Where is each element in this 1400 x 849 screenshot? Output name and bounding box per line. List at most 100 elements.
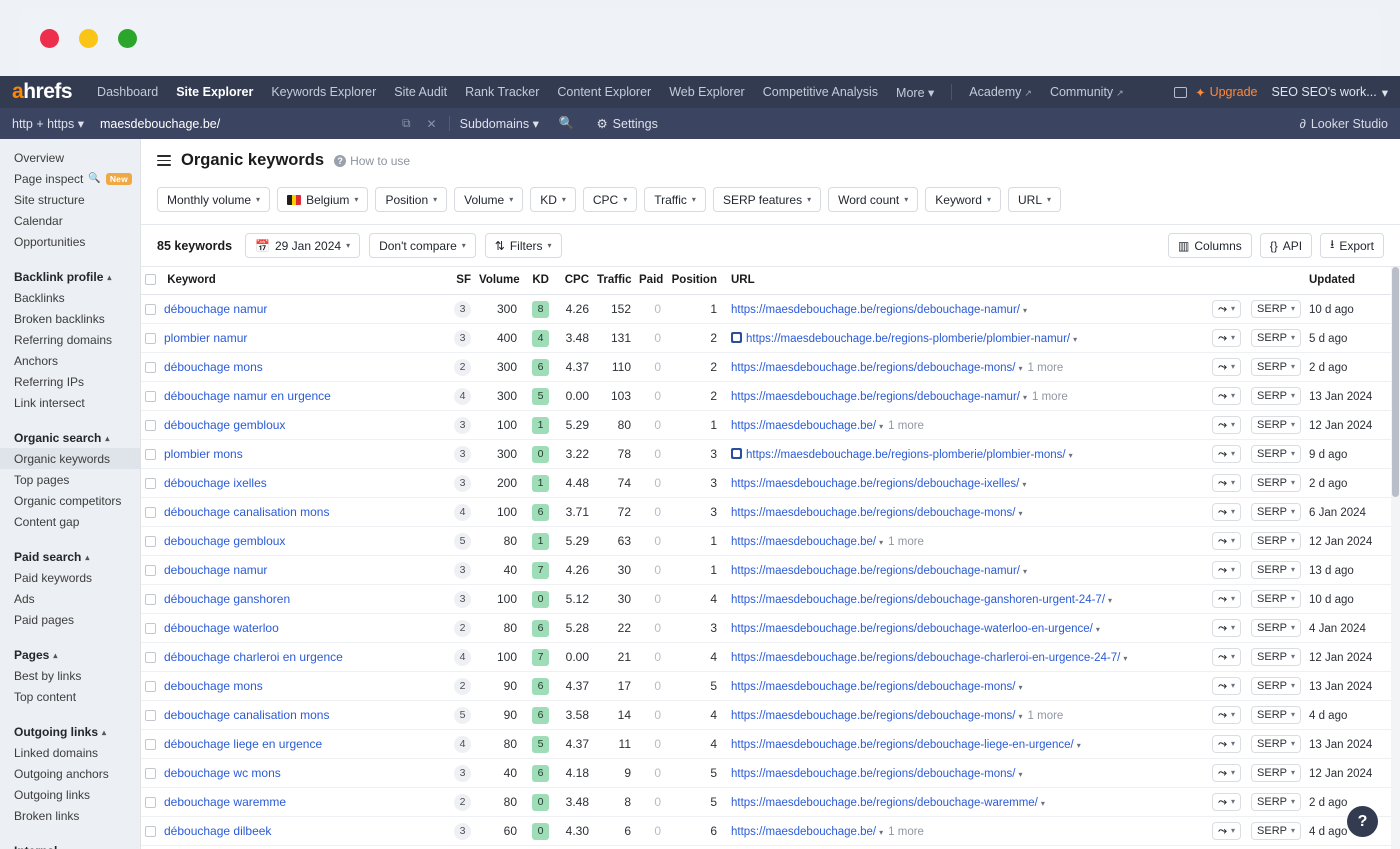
row-checkbox[interactable] xyxy=(145,304,156,315)
settings-button[interactable]: ⚙Settings xyxy=(584,116,657,131)
account-menu[interactable]: SEO SEO's work...▾ xyxy=(1266,85,1388,100)
serp-button[interactable]: SERP▾ xyxy=(1251,619,1301,637)
chevron-down-icon[interactable]: ▾ xyxy=(1073,335,1077,344)
position-history-button[interactable]: ⤳▾ xyxy=(1212,300,1241,318)
chevron-down-icon[interactable]: ▾ xyxy=(1108,596,1112,605)
url-link[interactable]: https://maesdebouchage.be/regions/debouc… xyxy=(731,768,1016,780)
url-link[interactable]: https://maesdebouchage.be/ xyxy=(731,826,876,838)
table-row[interactable]: débouchage charleroi en urgence410070.00… xyxy=(141,643,1400,672)
chevron-down-icon[interactable]: ▾ xyxy=(879,422,883,431)
upgrade-button[interactable]: ✦Upgrade xyxy=(1187,85,1265,100)
keyword-link[interactable]: plombier namur xyxy=(164,331,247,345)
keyword-link[interactable]: debouchage gembloux xyxy=(164,534,285,548)
table-row[interactable]: débouchage dilbeek36004.30606https://mae… xyxy=(141,817,1400,846)
table-scrollbar[interactable] xyxy=(1391,267,1400,849)
sidebar-item-outgoing-links[interactable]: Outgoing links xyxy=(0,784,140,805)
position-history-button[interactable]: ⤳▾ xyxy=(1212,474,1241,492)
nav-web-explorer[interactable]: Web Explorer xyxy=(660,85,754,99)
sidebar-group-outgoing-links[interactable]: Outgoing links▴ xyxy=(0,721,140,742)
serp-button[interactable]: SERP▾ xyxy=(1251,416,1301,434)
url-link[interactable]: https://maesdebouchage.be/regions/debouc… xyxy=(731,391,1020,403)
ahrefs-logo[interactable]: ahrefs xyxy=(12,80,72,104)
url-link[interactable]: https://maesdebouchage.be/ xyxy=(731,536,876,548)
chevron-down-icon[interactable]: ▾ xyxy=(1023,393,1027,402)
col-volume[interactable]: Volume xyxy=(475,267,521,295)
col-position[interactable]: Position xyxy=(665,267,721,295)
keyword-link[interactable]: débouchage dilbeek xyxy=(164,824,271,838)
filter-word-count[interactable]: Word count▾ xyxy=(828,187,918,212)
chevron-down-icon[interactable]: ▾ xyxy=(1123,654,1127,663)
url-link[interactable]: https://maesdebouchage.be/regions/debouc… xyxy=(731,507,1016,519)
keyword-link[interactable]: débouchage canalisation mons xyxy=(164,505,329,519)
more-urls-link[interactable]: 1 more xyxy=(888,826,924,838)
target-input[interactable] xyxy=(94,117,394,131)
row-checkbox[interactable] xyxy=(145,420,156,431)
search-icon[interactable]: 🔍 xyxy=(549,116,585,131)
table-row[interactable]: débouchage waterloo28065.282203https://m… xyxy=(141,614,1400,643)
sidebar-group-organic-search[interactable]: Organic search▴ xyxy=(0,427,140,448)
sidebar-item-best-by-links[interactable]: Best by links xyxy=(0,665,140,686)
nav-dashboard[interactable]: Dashboard xyxy=(88,85,167,99)
chevron-down-icon[interactable]: ▾ xyxy=(879,828,883,837)
serp-button[interactable]: SERP▾ xyxy=(1251,329,1301,347)
row-checkbox[interactable] xyxy=(145,623,156,634)
row-checkbox[interactable] xyxy=(145,768,156,779)
keyword-link[interactable]: débouchage waterloo xyxy=(164,621,279,635)
nav-more[interactable]: More ▾ xyxy=(887,85,943,100)
serp-button[interactable]: SERP▾ xyxy=(1251,300,1301,318)
more-urls-link[interactable]: 1 more xyxy=(1032,391,1068,403)
url-link[interactable]: https://maesdebouchage.be/regions/debouc… xyxy=(731,739,1074,751)
table-row[interactable]: débouchage waremme310003.98608https://ma… xyxy=(141,846,1400,849)
minimize-window-button[interactable] xyxy=(79,29,98,48)
serp-button[interactable]: SERP▾ xyxy=(1251,590,1301,608)
nav-content-explorer[interactable]: Content Explorer xyxy=(548,85,660,99)
url-link[interactable]: https://maesdebouchage.be/regions/debouc… xyxy=(731,594,1105,606)
col-cpc[interactable]: CPC xyxy=(553,267,593,295)
open-external-icon[interactable]: ⧉ xyxy=(394,116,419,131)
chevron-down-icon[interactable]: ▾ xyxy=(879,538,883,547)
nav-site-explorer[interactable]: Site Explorer xyxy=(167,85,262,99)
nav-competitive-analysis[interactable]: Competitive Analysis xyxy=(754,85,887,99)
export-button[interactable]: ⭳Export xyxy=(1320,233,1384,258)
api-button[interactable]: {}API xyxy=(1260,233,1312,258)
serp-button[interactable]: SERP▾ xyxy=(1251,503,1301,521)
table-row[interactable]: debouchage mons29064.371705https://maesd… xyxy=(141,672,1400,701)
filter-url[interactable]: URL▾ xyxy=(1008,187,1061,212)
url-link[interactable]: https://maesdebouchage.be/regions/debouc… xyxy=(731,362,1016,374)
table-row[interactable]: plombier mons330003.227803https://maesde… xyxy=(141,440,1400,469)
serp-button[interactable]: SERP▾ xyxy=(1251,735,1301,753)
position-history-button[interactable]: ⤳▾ xyxy=(1212,793,1241,811)
filter-monthly-volume[interactable]: Monthly volume▾ xyxy=(157,187,270,212)
nav-keywords-explorer[interactable]: Keywords Explorer xyxy=(262,85,385,99)
chevron-down-icon[interactable]: ▾ xyxy=(1077,741,1081,750)
serp-button[interactable]: SERP▾ xyxy=(1251,474,1301,492)
url-link[interactable]: https://maesdebouchage.be/regions/debouc… xyxy=(731,565,1020,577)
table-row[interactable]: plombier namur340043.4813102https://maes… xyxy=(141,324,1400,353)
url-link[interactable]: https://maesdebouchage.be/regions/debouc… xyxy=(731,652,1120,664)
table-row[interactable]: débouchage canalisation mons410063.71720… xyxy=(141,498,1400,527)
sidebar-item-page-inspect[interactable]: Page inspect🔍New xyxy=(0,168,140,189)
keyword-link[interactable]: debouchage waremme xyxy=(164,795,286,809)
sidebar-group-backlink-profile[interactable]: Backlink profile▴ xyxy=(0,266,140,287)
position-history-button[interactable]: ⤳▾ xyxy=(1212,677,1241,695)
sidebar-item-opportunities[interactable]: Opportunities xyxy=(0,231,140,252)
position-history-button[interactable]: ⤳▾ xyxy=(1212,648,1241,666)
sidebar-group-paid-search[interactable]: Paid search▴ xyxy=(0,546,140,567)
row-checkbox[interactable] xyxy=(145,565,156,576)
filter-position[interactable]: Position▾ xyxy=(375,187,447,212)
sidebar-item-paid-pages[interactable]: Paid pages xyxy=(0,609,140,630)
nav-site-audit[interactable]: Site Audit xyxy=(385,85,456,99)
position-history-button[interactable]: ⤳▾ xyxy=(1212,822,1241,840)
url-link[interactable]: https://maesdebouchage.be/ xyxy=(731,420,876,432)
more-urls-link[interactable]: 1 more xyxy=(888,536,924,548)
position-history-button[interactable]: ⤳▾ xyxy=(1212,764,1241,782)
sidebar-item-referring-ips[interactable]: Referring IPs xyxy=(0,371,140,392)
sidebar-item-paid-keywords[interactable]: Paid keywords xyxy=(0,567,140,588)
compare-select[interactable]: Don't compare▾ xyxy=(369,233,476,258)
sidebar-item-calendar[interactable]: Calendar xyxy=(0,210,140,231)
serp-button[interactable]: SERP▾ xyxy=(1251,445,1301,463)
keyword-link[interactable]: débouchage gembloux xyxy=(164,418,285,432)
sidebar-item-broken-backlinks[interactable]: Broken backlinks xyxy=(0,308,140,329)
chevron-down-icon[interactable]: ▾ xyxy=(1022,480,1026,489)
col-updated[interactable]: Updated xyxy=(1305,267,1400,295)
